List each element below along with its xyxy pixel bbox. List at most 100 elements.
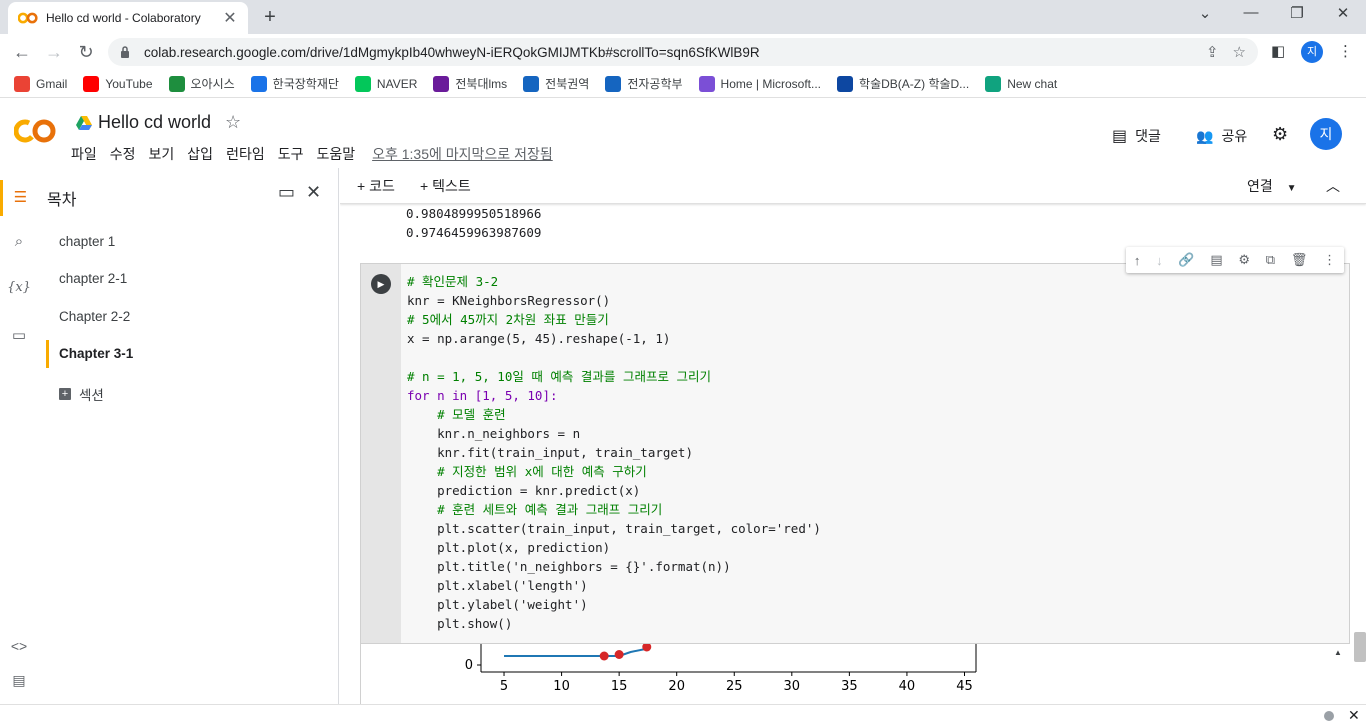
side-panel-icon[interactable]: ◧ bbox=[1271, 42, 1285, 60]
connect-button[interactable]: 연결 ▼ bbox=[1247, 176, 1297, 196]
menu-item[interactable]: 수정 bbox=[110, 144, 136, 164]
settings-gear-icon[interactable]: ⚙ bbox=[1272, 124, 1288, 145]
bookmark-label: 전자공학부 bbox=[627, 77, 683, 91]
bookmark-item[interactable]: 한국장학재단 bbox=[250, 75, 339, 92]
toc-item-chapter-2-1[interactable]: chapter 2-1 bbox=[59, 271, 127, 286]
bookmark-label: New chat bbox=[1007, 76, 1058, 91]
library-icon bbox=[837, 75, 854, 92]
scatter-point bbox=[599, 651, 609, 661]
more-icon[interactable]: ⋮ bbox=[1323, 252, 1336, 268]
code-snippets-icon[interactable]: <> bbox=[0, 638, 38, 654]
run-cell-icon[interactable]: ▶ bbox=[371, 274, 391, 294]
add-section-button[interactable]: + 섹션 bbox=[59, 384, 104, 404]
comment-button[interactable]: ▤ 댓글 bbox=[1112, 126, 1161, 146]
add-code-button[interactable]: + 코드 bbox=[357, 176, 395, 196]
close-panel-icon[interactable]: ✕ bbox=[306, 182, 321, 203]
bookmark-item[interactable]: YouTube bbox=[83, 75, 153, 92]
collapse-header-icon[interactable]: ︿ bbox=[1326, 176, 1340, 196]
comment-icon[interactable]: ▤ bbox=[1210, 252, 1222, 268]
command-palette-icon[interactable]: ▤ bbox=[0, 672, 38, 689]
side-rail: ☰ ⌕ {x} ▭ <> ▤ bbox=[0, 168, 38, 704]
add-text-button[interactable]: + 텍스트 bbox=[420, 176, 471, 196]
forward-icon[interactable]: → bbox=[42, 40, 66, 64]
code-editor[interactable]: # 확인문제 3-2 knr = KNeighborsRegressor() # 5… bbox=[407, 272, 821, 633]
move-down-icon[interactable]: ↓ bbox=[1156, 253, 1163, 268]
bookmark-item[interactable]: Gmail bbox=[14, 75, 68, 92]
code-line: knr.n_neighbors = n bbox=[407, 426, 581, 441]
notebook-title[interactable]: Hello cd world bbox=[98, 112, 211, 133]
url-text: colab.research.google.com/drive/1dMgmykp… bbox=[144, 44, 760, 60]
code-line: # 5에서 45까지 2차원 좌표 만들기 bbox=[407, 312, 609, 327]
last-saved-link[interactable]: 오후 1:35에 마지막으로 저장됨 bbox=[372, 144, 553, 164]
menu-item[interactable]: 런타임 bbox=[226, 144, 265, 164]
address-bar[interactable]: colab.research.google.com/drive/1dMgmykp… bbox=[108, 38, 1258, 66]
x-tick-label: 15 bbox=[611, 679, 628, 694]
notebook-toolbar: + 코드 + 텍스트 연결 ▼ ︿ bbox=[340, 168, 1366, 204]
reload-icon[interactable]: ↻ bbox=[74, 40, 98, 64]
toc-item-chapter-2-2[interactable]: Chapter 2-2 bbox=[59, 309, 130, 324]
close-window-icon[interactable]: ✕ bbox=[1320, 4, 1366, 22]
close-tab-icon[interactable]: ✕ bbox=[222, 8, 238, 28]
browser-tab[interactable]: Hello cd world - Colaboratory ✕ bbox=[8, 2, 248, 34]
delete-icon[interactable]: 🗑 bbox=[1291, 252, 1308, 268]
menu-item[interactable]: 삽입 bbox=[187, 144, 213, 164]
toc-icon[interactable]: ☰ bbox=[0, 180, 38, 216]
bookmark-item[interactable]: 전북대lms bbox=[433, 75, 507, 92]
close-status-icon[interactable]: ✕ bbox=[1348, 707, 1360, 724]
bookmark-item[interactable]: New chat bbox=[985, 75, 1058, 92]
bookmark-item[interactable]: Home | Microsoft... bbox=[698, 75, 821, 92]
bookmark-item[interactable]: 전북권역 bbox=[523, 75, 589, 92]
toc-item-chapter-3-1[interactable]: Chapter 3-1 bbox=[59, 346, 133, 361]
drive-icon[interactable] bbox=[76, 115, 92, 130]
status-dot-icon bbox=[1324, 711, 1334, 721]
x-tick-label: 45 bbox=[956, 679, 973, 694]
code-line: knr.fit(train_input, train_target) bbox=[407, 445, 693, 460]
x-tick-label: 30 bbox=[784, 679, 801, 694]
browser-toolbar: ← → ↻ colab.research.google.com/drive/1d… bbox=[0, 34, 1366, 70]
share-page-icon[interactable]: ⇪ bbox=[1206, 43, 1219, 61]
toc-item-chapter-1[interactable]: chapter 1 bbox=[59, 234, 115, 249]
bookmark-item[interactable]: NAVER bbox=[354, 75, 417, 92]
menu-item[interactable]: 파일 bbox=[71, 144, 97, 164]
share-button[interactable]: 👥 공유 bbox=[1196, 126, 1247, 146]
user-avatar[interactable]: 지 bbox=[1310, 118, 1342, 150]
move-up-icon[interactable]: ↑ bbox=[1134, 253, 1141, 268]
comment-label: 댓글 bbox=[1135, 128, 1161, 144]
x-tick-label: 10 bbox=[553, 679, 570, 694]
code-line: # 모델 훈련 bbox=[407, 407, 506, 422]
scrollbar-thumb[interactable] bbox=[1354, 632, 1366, 662]
minimize-icon[interactable]: — bbox=[1228, 4, 1274, 21]
back-icon[interactable]: ← bbox=[10, 40, 34, 64]
scroll-up-arrow-icon[interactable]: ▲ bbox=[1334, 648, 1342, 657]
new-tab-icon[interactable]: + bbox=[258, 6, 282, 30]
cell-output: 5 10 15 20 25 30 35 40 45 0 bbox=[360, 642, 1334, 704]
bookmark-item[interactable]: 학술DB(A-Z) 학술D... bbox=[837, 75, 969, 92]
bookmark-star-icon[interactable]: ☆ bbox=[1233, 43, 1246, 61]
restore-icon[interactable]: ❐ bbox=[1274, 4, 1320, 22]
add-box-icon: + bbox=[59, 388, 71, 400]
bookmark-item[interactable]: 오아시스 bbox=[168, 75, 235, 92]
profile-avatar[interactable]: 지 bbox=[1301, 41, 1323, 63]
link-icon[interactable]: 🔗 bbox=[1178, 252, 1194, 268]
menu-item[interactable]: 도구 bbox=[278, 144, 304, 164]
colab-logo-icon[interactable] bbox=[14, 118, 56, 144]
cell-settings-icon[interactable]: ⚙ bbox=[1238, 252, 1250, 268]
x-tick-label: 20 bbox=[668, 679, 685, 694]
variables-icon[interactable]: {x} bbox=[0, 270, 38, 306]
menu-item[interactable]: 보기 bbox=[149, 144, 175, 164]
files-folder-icon[interactable]: ▭ bbox=[0, 318, 38, 354]
mirror-cell-icon[interactable]: ⧉ bbox=[1266, 252, 1275, 268]
star-icon[interactable]: ☆ bbox=[225, 112, 241, 133]
code-line: plt.scatter(train_input, train_target, c… bbox=[407, 521, 821, 536]
code-line: prediction = knr.predict(x) bbox=[407, 483, 641, 498]
browser-menu-icon[interactable]: ⋮ bbox=[1338, 42, 1353, 60]
tab-search-icon[interactable]: ⌄ bbox=[1182, 4, 1228, 22]
code-cell[interactable]: ▶ # 확인문제 3-2 knr = KNeighborsRegressor() #… bbox=[360, 263, 1350, 644]
bookmark-item[interactable]: 전자공학부 bbox=[605, 75, 683, 92]
menu-item[interactable]: 도움말 bbox=[316, 144, 355, 164]
search-icon[interactable]: ⌕ bbox=[0, 224, 38, 260]
code-line: # 지정한 범위 x에 대한 예측 구하기 bbox=[407, 464, 647, 479]
bookmark-label: Gmail bbox=[36, 76, 68, 91]
bottom-status-bar: ✕ bbox=[0, 704, 1366, 726]
open-in-tab-icon[interactable]: ▭ bbox=[278, 182, 295, 203]
